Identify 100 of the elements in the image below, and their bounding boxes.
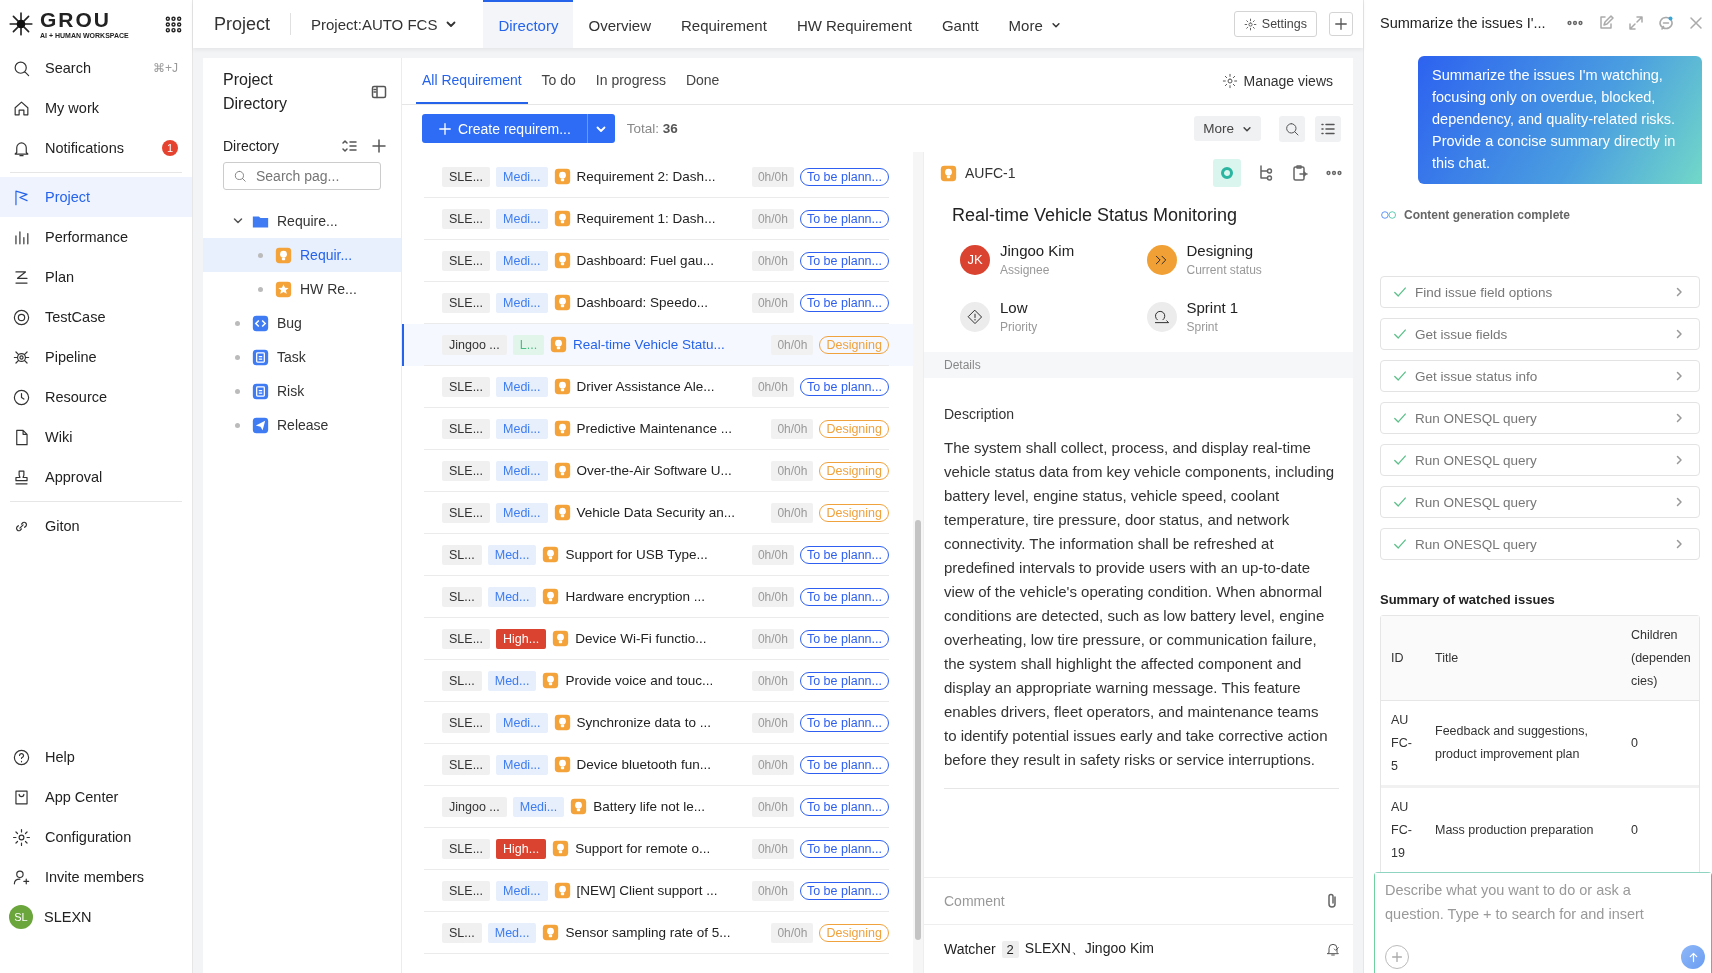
hours-tag: 0h/0h: [771, 922, 814, 943]
table-cell-text: 0: [1630, 734, 1639, 752]
project-dropdown[interactable]: Project:AUTO FCS: [311, 15, 458, 33]
requirement-row[interactable]: SL... Med... Support for USB Type... 0h/0h To be plann...: [402, 534, 913, 576]
sidebar-item[interactable]: Pipeline: [0, 337, 192, 377]
search-button[interactable]: [1279, 115, 1305, 142]
step-item[interactable]: Get issue status info: [1380, 360, 1700, 392]
sidebar-item[interactable]: Notifications 1: [0, 128, 192, 168]
step-item[interactable]: Run ONESQL query: [1380, 444, 1700, 476]
tree-item[interactable]: Require...: [203, 204, 401, 238]
sidebar-item[interactable]: Search ⌘+J: [0, 48, 192, 88]
list-view-button[interactable]: [1315, 115, 1341, 142]
view-tab[interactable]: Done: [679, 58, 726, 104]
sidebar-item[interactable]: TestCase: [0, 297, 192, 337]
ring-button[interactable]: [1213, 159, 1241, 187]
sidebar-item[interactable]: My work: [0, 88, 192, 128]
dropdown-button[interactable]: [586, 114, 615, 143]
requirement-row[interactable]: SLE... Medi... Vehicle Data Security an... 0h/0h Designing: [402, 492, 913, 534]
sidebar-item[interactable]: Resource: [0, 377, 192, 417]
requirement-row[interactable]: Jingoo ... L... Real-time Vehicle Statu... 0h/0h Designing: [402, 324, 913, 366]
requirement-row[interactable]: SLE... Medi... Device bluetooth fun... 0h/0h To be plann...: [402, 744, 913, 786]
view-tab[interactable]: All Requirement: [416, 58, 528, 104]
view-tab[interactable]: To do: [535, 58, 582, 104]
requirement-row[interactable]: SLE... Medi... Dashboard: Fuel gau... 0h/0h To be plann...: [402, 240, 913, 282]
requirement-title: Support for USB Type...: [565, 547, 708, 562]
tree-item[interactable]: HW Re...: [203, 272, 401, 306]
bell-icon[interactable]: [1325, 941, 1341, 957]
requirement-row[interactable]: SLE... Medi... Synchronize data to ... 0h/0h To be plann...: [402, 702, 913, 744]
nav-tab[interactable]: Overview: [573, 0, 666, 48]
requirement-row[interactable]: SL... Med... Sensor sampling rate of 5... 0h/0h Designing: [402, 912, 913, 954]
nav-tab[interactable]: Gantt: [926, 0, 994, 48]
requirement-row[interactable]: SLE... Medi... Requirement 2: Dash... 0h/0h To be plann...: [402, 156, 913, 198]
chat-bubble-icon[interactable]: [1658, 15, 1674, 31]
sidebar-item[interactable]: Invite members: [0, 857, 192, 897]
hierarchy-icon[interactable]: [1257, 164, 1275, 182]
create-button[interactable]: Create requirem...: [422, 114, 587, 143]
priority-tag: Medi...: [496, 166, 548, 187]
settings-button[interactable]: Settings: [1233, 11, 1317, 37]
step-item[interactable]: Run ONESQL query: [1380, 486, 1700, 518]
requirement-row[interactable]: Jingoo ... Medi... Battery life not le... 0h/0h To be plann...: [402, 786, 913, 828]
sprint-icon: [1146, 301, 1177, 332]
tree-item[interactable]: Release: [203, 408, 401, 442]
user-avatar: SL: [9, 905, 33, 929]
requirement-row[interactable]: SLE... Medi... Driver Assistance Ale... 0h/0h To be plann...: [402, 366, 913, 408]
sidebar-item[interactable]: Approval: [0, 457, 192, 497]
requirement-title: Battery life not le...: [593, 799, 706, 814]
sidebar-item[interactable]: Help: [0, 737, 192, 777]
sidebar-item[interactable]: Performance: [0, 217, 192, 257]
tree-item[interactable]: Task: [203, 340, 401, 374]
sidebar-item[interactable]: Configuration: [0, 817, 192, 857]
apps-grid-icon[interactable]: [165, 15, 182, 33]
user-profile[interactable]: SL SLEXN: [0, 897, 192, 937]
step-item[interactable]: Run ONESQL query: [1380, 402, 1700, 434]
search-field[interactable]: Search pag...: [223, 162, 381, 190]
owner-tag: SL...: [442, 670, 482, 691]
requirement-row[interactable]: SLE... Medi... Predictive Maintenance ... 0h/0h Designing: [402, 408, 913, 450]
sidebar-item[interactable]: App Center: [0, 777, 192, 817]
owner-tag: SLE...: [442, 628, 491, 649]
nav-tab[interactable]: More: [993, 0, 1076, 48]
plus-icon[interactable]: [371, 138, 387, 154]
requirement-row[interactable]: SLE... Medi... [NEW] Client support ... 0h/0h To be plann...: [402, 870, 913, 912]
requirement-row[interactable]: SL... Med... Provide voice and touc... 0h/0h To be plann...: [402, 660, 913, 702]
step-item[interactable]: Get issue fields: [1380, 318, 1700, 350]
step-item[interactable]: Run ONESQL query: [1380, 528, 1700, 560]
priority-tag: Med...: [487, 922, 537, 943]
chat-input[interactable]: Describe what you want to do or ask a question. Type + to search for and insert: [1374, 872, 1712, 973]
requirement-row[interactable]: SLE... High... Device Wi-Fi functio... 0h/0h To be plann...: [402, 618, 913, 660]
owner-tag: SLE...: [442, 376, 491, 397]
column-header: Children (dependencies): [1630, 626, 1692, 690]
check-icon: [1393, 495, 1407, 509]
clipboard-icon[interactable]: [1291, 164, 1309, 182]
close-icon[interactable]: [1688, 15, 1704, 31]
sidebar-item[interactable]: Wiki: [0, 417, 192, 457]
requirement-row[interactable]: SLE... High... Support for remote o... 0h/0h To be plann...: [402, 828, 913, 870]
scrollbar[interactable]: [915, 520, 921, 940]
tree-item[interactable]: Risk: [203, 374, 401, 408]
nav-tab[interactable]: Directory: [483, 0, 574, 48]
requirement-row[interactable]: SLE... Medi... Over-the-Air Software U... 0h/0h Designing: [402, 450, 913, 492]
bulb-icon: [542, 672, 560, 689]
add-button[interactable]: [1329, 12, 1353, 36]
nav-tab[interactable]: HW Requirement: [781, 0, 927, 48]
nav-tab[interactable]: Requirement: [666, 0, 782, 48]
send-button[interactable]: [1681, 945, 1705, 969]
view-tab[interactable]: In progress: [589, 58, 672, 104]
requirement-row[interactable]: SL... Med... Hardware encryption ... 0h/0h To be plann...: [402, 576, 913, 618]
bulb-icon: [553, 420, 571, 437]
sidebar-item[interactable]: Project: [0, 177, 192, 217]
sort-icon[interactable]: [341, 138, 357, 154]
sidebar-item[interactable]: Giton: [0, 506, 192, 546]
edit-icon[interactable]: [1598, 15, 1614, 31]
more-dropdown[interactable]: More: [1194, 116, 1261, 141]
owner-tag: Jingoo ...: [442, 796, 507, 817]
requirement-row[interactable]: SLE... Medi... Requirement 1: Dash... 0h/0h To be plann...: [402, 198, 913, 240]
sidebar-toggle-icon[interactable]: [371, 84, 387, 100]
expand-icon[interactable]: [1628, 15, 1644, 31]
step-item[interactable]: Find issue field options: [1380, 276, 1700, 308]
manage-views-button[interactable]: Manage views: [1221, 58, 1333, 104]
tree-item[interactable]: Bug: [203, 306, 401, 340]
sidebar-item[interactable]: Plan: [0, 257, 192, 297]
tree-item[interactable]: Requir...: [203, 238, 401, 272]
